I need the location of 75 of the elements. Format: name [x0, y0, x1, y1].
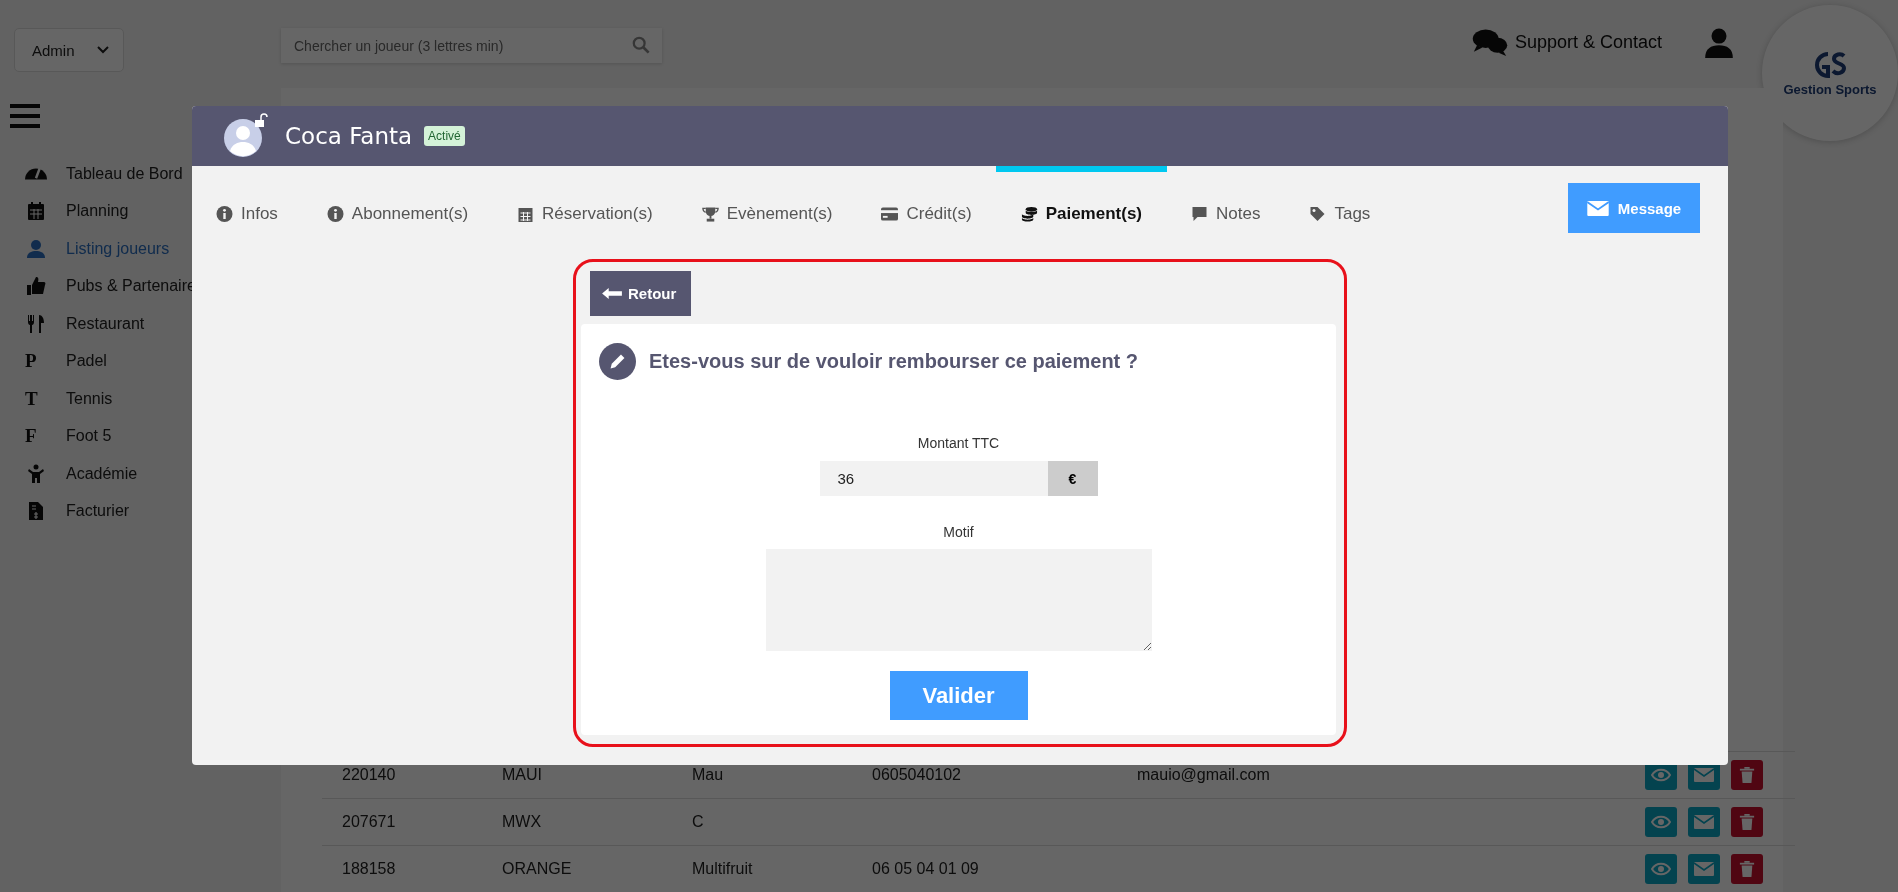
table-cell: 220140: [342, 766, 396, 783]
thumbs-up-icon: [25, 276, 47, 297]
delete-button[interactable]: [1731, 854, 1763, 884]
envelope-icon: [1694, 767, 1714, 783]
user-icon[interactable]: [1705, 28, 1733, 58]
chat-icon[interactable]: [1470, 28, 1509, 56]
tab[interactable]: Crédit(s): [881, 166, 972, 241]
calendar-icon: [25, 201, 47, 222]
table-cell: 06 05 04 01 09: [872, 860, 979, 877]
delete-button[interactable]: [1731, 807, 1763, 837]
table-cell: Mau: [692, 766, 724, 783]
back-button[interactable]: Retour: [590, 271, 691, 316]
sidebar-item[interactable]: Restaurant: [14, 305, 281, 343]
sidebar-item[interactable]: Facturier: [14, 492, 281, 530]
amount-field[interactable]: 36: [819, 461, 1048, 496]
role-select[interactable]: Admin: [14, 28, 124, 72]
user-icon: [25, 238, 47, 259]
submit-button[interactable]: Valider: [889, 671, 1028, 720]
letter-icon: F: [25, 425, 47, 448]
delete-button[interactable]: [1731, 760, 1763, 790]
search-icon[interactable]: [632, 36, 650, 54]
status-badge: Activé: [424, 126, 465, 146]
question-text: Etes-vous sur de vouloir rembourser ce paiement ?: [649, 350, 1139, 373]
table-cell: 207671: [342, 813, 396, 830]
envelope-icon: [1586, 200, 1609, 216]
avatar-icon: [222, 113, 268, 159]
tab[interactable]: Réservation(s): [517, 166, 653, 241]
table-cell: ORANGE: [502, 860, 572, 877]
calendar-icon: [517, 206, 535, 222]
tab[interactable]: Tags: [1309, 166, 1371, 241]
field-label: Motif: [943, 524, 974, 540]
letter-icon: T: [25, 387, 47, 410]
comment-icon: [1191, 206, 1208, 222]
currency-addon: €: [1047, 461, 1098, 496]
sidebar-item[interactable]: Académie: [14, 455, 281, 493]
envelope-icon: [1694, 814, 1714, 830]
person-icon: [25, 463, 47, 484]
table-cell: Multifruit: [692, 860, 753, 877]
eye-icon: [1651, 767, 1671, 783]
modal-title: Coca Fanta: [285, 123, 413, 149]
table-cell: C: [692, 813, 704, 830]
table-cell: mauio@gmail.com: [1137, 766, 1270, 783]
trophy-icon: [701, 206, 719, 222]
tag-icon: [1309, 206, 1327, 222]
table-cell: 188158: [342, 860, 396, 877]
trash-icon: [1737, 767, 1757, 783]
cutlery-icon: [25, 313, 47, 334]
tab[interactable]: Paiement(s): [995, 166, 1167, 241]
table-cell: MAUI: [502, 766, 542, 783]
trash-icon: [1737, 861, 1757, 877]
table-cell: MWX: [502, 813, 542, 830]
menu-icon[interactable]: [10, 104, 40, 128]
coins-icon: [1020, 206, 1038, 222]
tab[interactable]: Evènement(s): [701, 166, 833, 241]
pencil-icon: [599, 343, 636, 380]
tab[interactable]: Notes: [1191, 166, 1261, 241]
message-button[interactable]: Message: [1568, 183, 1700, 233]
logo[interactable]: Gestion Sports: [1762, 5, 1898, 141]
field-label: Montant TTC: [917, 435, 1000, 451]
info-icon: [216, 206, 233, 222]
info-icon: [326, 206, 344, 222]
trash-icon: [1737, 814, 1757, 830]
arrow-left-icon: [602, 288, 622, 299]
search-field[interactable]: Chercher un joueur (3 lettres min): [281, 28, 662, 63]
sidebar-item[interactable]: Pubs & Partenaire: [14, 267, 281, 305]
table-cell: 0605040102: [872, 766, 961, 783]
envelope-icon: [1694, 861, 1714, 877]
support-link[interactable]: Support & Contact: [1514, 31, 1662, 53]
letter-icon: P: [25, 350, 47, 373]
chevron-down-icon: [97, 46, 109, 54]
reason-field[interactable]: [765, 549, 1152, 651]
eye-icon: [1651, 861, 1671, 877]
eye-icon: [1651, 814, 1671, 830]
credit-card-icon: [881, 206, 899, 222]
tab[interactable]: Abonnement(s): [326, 166, 469, 241]
